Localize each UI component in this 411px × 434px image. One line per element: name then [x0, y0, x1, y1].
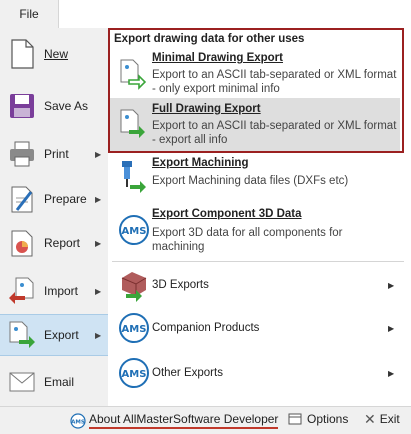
chevron-right-icon: ▶	[388, 323, 395, 333]
options-button[interactable]: Options	[288, 412, 348, 426]
minimal-drawing-export-title: Minimal Drawing Export	[152, 52, 283, 64]
top-bar: File	[0, 0, 411, 29]
chevron-right-icon: ▶	[95, 238, 102, 248]
ams-logo-icon: AMS	[118, 357, 150, 389]
minimal-drawing-export-item[interactable]: Minimal Drawing Export Export to an ASCI…	[110, 50, 400, 98]
svg-text:AMS: AMS	[122, 369, 147, 380]
svg-text:AMS: AMS	[122, 324, 147, 335]
export-minimal-icon	[118, 58, 150, 90]
import-icon	[6, 275, 38, 307]
exit-label: Exit	[379, 412, 400, 426]
menu-item-import[interactable]: Import ▶	[0, 271, 108, 311]
full-drawing-export-desc-1: Export to an ASCII tab-separated or XML …	[152, 120, 397, 132]
save-as-icon	[6, 90, 38, 122]
about-button[interactable]: AMS About AllMasterSoftware Developer	[70, 412, 279, 429]
menu-label-import: Import	[44, 284, 79, 298]
submenu-header: Export drawing data for other uses	[114, 33, 305, 45]
full-drawing-export-title: Full Drawing Export	[152, 103, 261, 115]
export-component-3d-desc-1: Export 3D data for all components for	[152, 227, 343, 239]
export-machining-icon	[118, 159, 150, 193]
export-machining-desc: Export Machining data files (DXFs etc)	[152, 175, 349, 187]
menu-label-export: Export	[44, 328, 79, 342]
ams-logo-icon: AMS	[118, 214, 150, 246]
export-icon	[6, 319, 38, 351]
menu-label-save-as: Save As	[44, 99, 89, 113]
chevron-right-icon: ▶	[95, 149, 102, 159]
menu-item-export[interactable]: Export ▶	[0, 314, 108, 356]
menu-item-new[interactable]: New	[0, 34, 108, 74]
about-label: About AllMasterSoftware Developer	[89, 412, 279, 429]
export-component-3d-item[interactable]: AMS Export Component 3D Data Export 3D d…	[110, 206, 400, 258]
menu-label-new: New	[44, 47, 69, 61]
menu-label-email: Email	[44, 375, 75, 389]
options-icon	[288, 413, 302, 425]
close-icon: ✕	[364, 411, 376, 427]
ams-logo-icon: AMS	[118, 312, 150, 344]
full-drawing-export-desc-2: - export all info	[152, 134, 228, 146]
svg-text:AMS: AMS	[122, 226, 147, 237]
companion-products-label: Companion Products	[152, 322, 260, 334]
export-component-3d-title: Export Component 3D Data	[152, 208, 302, 220]
menu-item-save-as[interactable]: Save As	[0, 86, 108, 126]
printer-icon	[6, 138, 38, 170]
menu-label-report: Report	[44, 236, 81, 250]
chevron-right-icon: ▶	[95, 286, 102, 296]
export-full-icon	[118, 108, 150, 140]
companion-products-item[interactable]: AMS Companion Products ▶	[110, 307, 404, 349]
menu-item-print[interactable]: Print ▶	[0, 134, 108, 174]
file-tab-label: File	[19, 7, 39, 21]
menu-label-prepare: Prepare	[44, 192, 87, 206]
svg-text:AMS: AMS	[71, 419, 85, 425]
backstage-left-menu: New Save As Print ▶ Prepare ▶ Report ▶ I…	[0, 28, 109, 406]
menu-item-prepare[interactable]: Prepare ▶	[0, 179, 108, 219]
file-tab[interactable]: File	[0, 0, 59, 28]
divider	[112, 261, 404, 262]
email-icon	[6, 366, 38, 398]
3d-exports-item[interactable]: 3D Exports ▶	[110, 264, 404, 306]
menu-item-email[interactable]: Email	[0, 362, 108, 402]
full-drawing-export-item[interactable]: Full Drawing Export Export to an ASCII t…	[110, 100, 400, 150]
other-exports-label: Other Exports	[152, 367, 223, 379]
prepare-document-icon	[6, 183, 38, 215]
exit-button[interactable]: ✕ Exit	[364, 412, 400, 426]
chevron-right-icon: ▶	[388, 368, 395, 378]
ams-logo-icon: AMS	[70, 412, 86, 429]
chevron-right-icon: ▶	[388, 280, 395, 290]
3d-exports-label: 3D Exports	[152, 279, 209, 291]
other-exports-item[interactable]: AMS Other Exports ▶	[110, 352, 404, 394]
minimal-drawing-export-desc-1: Export to an ASCII tab-separated or XML …	[152, 69, 397, 81]
3d-exports-icon	[118, 268, 150, 302]
export-machining-title: Export Machining	[152, 157, 249, 169]
report-chart-icon	[6, 227, 38, 259]
chevron-right-icon: ▶	[95, 330, 102, 340]
new-document-icon	[6, 38, 38, 70]
menu-label-print: Print	[44, 147, 69, 161]
minimal-drawing-export-desc-2: - only export minimal info	[152, 83, 280, 95]
options-label: Options	[307, 412, 349, 426]
menu-item-report[interactable]: Report ▶	[0, 223, 108, 263]
bottom-bar: AMS About AllMasterSoftware Developer Op…	[0, 406, 411, 434]
export-machining-item[interactable]: Export Machining Export Machining data f…	[110, 155, 400, 201]
export-component-3d-desc-2: machining	[152, 241, 205, 253]
chevron-right-icon: ▶	[95, 194, 102, 204]
